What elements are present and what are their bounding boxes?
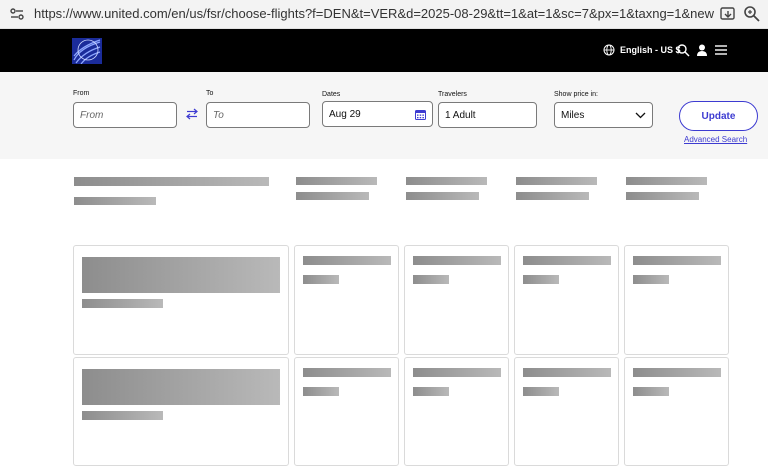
site-info-icon[interactable] [8,5,26,23]
fare-card-skeleton [624,245,729,355]
fare-card-skeleton [404,357,509,466]
skeleton-bar [74,197,156,205]
skeleton-block [82,257,280,293]
skeleton-bar [413,256,501,265]
fare-card-skeleton [294,245,399,355]
account-icon[interactable] [695,43,709,57]
fare-card-skeleton [294,357,399,466]
flight-card-skeleton [73,357,289,466]
skeleton-bar [523,368,611,377]
swap-icon[interactable] [185,107,199,121]
install-app-icon[interactable] [718,4,738,24]
search-icon[interactable] [676,43,690,57]
site-header: English - US $ [0,29,768,72]
skeleton-bar [406,177,487,185]
zoom-icon[interactable] [742,4,762,24]
skeleton-bar [626,192,699,200]
skeleton-bar [303,368,391,377]
globe-icon [603,44,615,56]
calendar-icon [415,109,426,120]
language-selector[interactable]: English - US $ [603,44,681,56]
skeleton-bar [303,275,339,284]
dates-value: Aug 29 [329,108,361,120]
skeleton-bar [82,299,163,308]
skeleton-bar [633,387,669,396]
skeleton-bar [413,387,449,396]
from-input[interactable]: From [73,102,177,128]
fare-card-skeleton [624,357,729,466]
skeleton-block [82,369,280,405]
skeleton-bar [303,387,339,396]
to-input[interactable]: To [206,102,310,128]
travelers-field[interactable]: 1 Adult [438,102,537,128]
travelers-label: Travelers [438,91,467,98]
advanced-search-link[interactable]: Advanced Search [684,135,747,144]
price-select[interactable]: Miles [554,102,653,128]
language-label: English - US $ [620,45,681,55]
from-label: From [73,90,90,97]
price-value: Miles [561,109,585,121]
fare-card-skeleton [514,245,619,355]
skeleton-bar [626,177,707,185]
skeleton-bar [413,368,501,377]
skeleton-bar [523,256,611,265]
browser-address-bar: https://www.united.com/en/us/fsr/choose-… [0,0,768,29]
update-button[interactable]: Update [679,101,758,131]
to-label: To [206,90,214,97]
skeleton-bar [633,256,721,265]
chevron-down-icon [635,112,646,118]
skeleton-bar [74,177,269,186]
united-globe-logo[interactable] [72,38,102,64]
fare-card-skeleton [514,357,619,466]
skeleton-bar [516,177,597,185]
skeleton-bar [633,368,721,377]
menu-icon[interactable] [714,43,728,57]
skeleton-bar [413,275,449,284]
skeleton-bar [82,411,163,420]
skeleton-bar [523,275,559,284]
fare-card-skeleton [404,245,509,355]
dates-field[interactable]: Aug 29 [322,101,433,127]
url-field[interactable]: https://www.united.com/en/us/fsr/choose-… [34,6,714,21]
skeleton-bar [516,192,589,200]
flight-card-skeleton [73,245,289,355]
skeleton-bar [296,192,369,200]
skeleton-bar [406,192,479,200]
price-label: Show price in: [554,91,598,98]
skeleton-bar [303,256,391,265]
skeleton-bar [296,177,377,185]
skeleton-bar [633,275,669,284]
dates-label: Dates [322,91,341,98]
skeleton-bar [523,387,559,396]
